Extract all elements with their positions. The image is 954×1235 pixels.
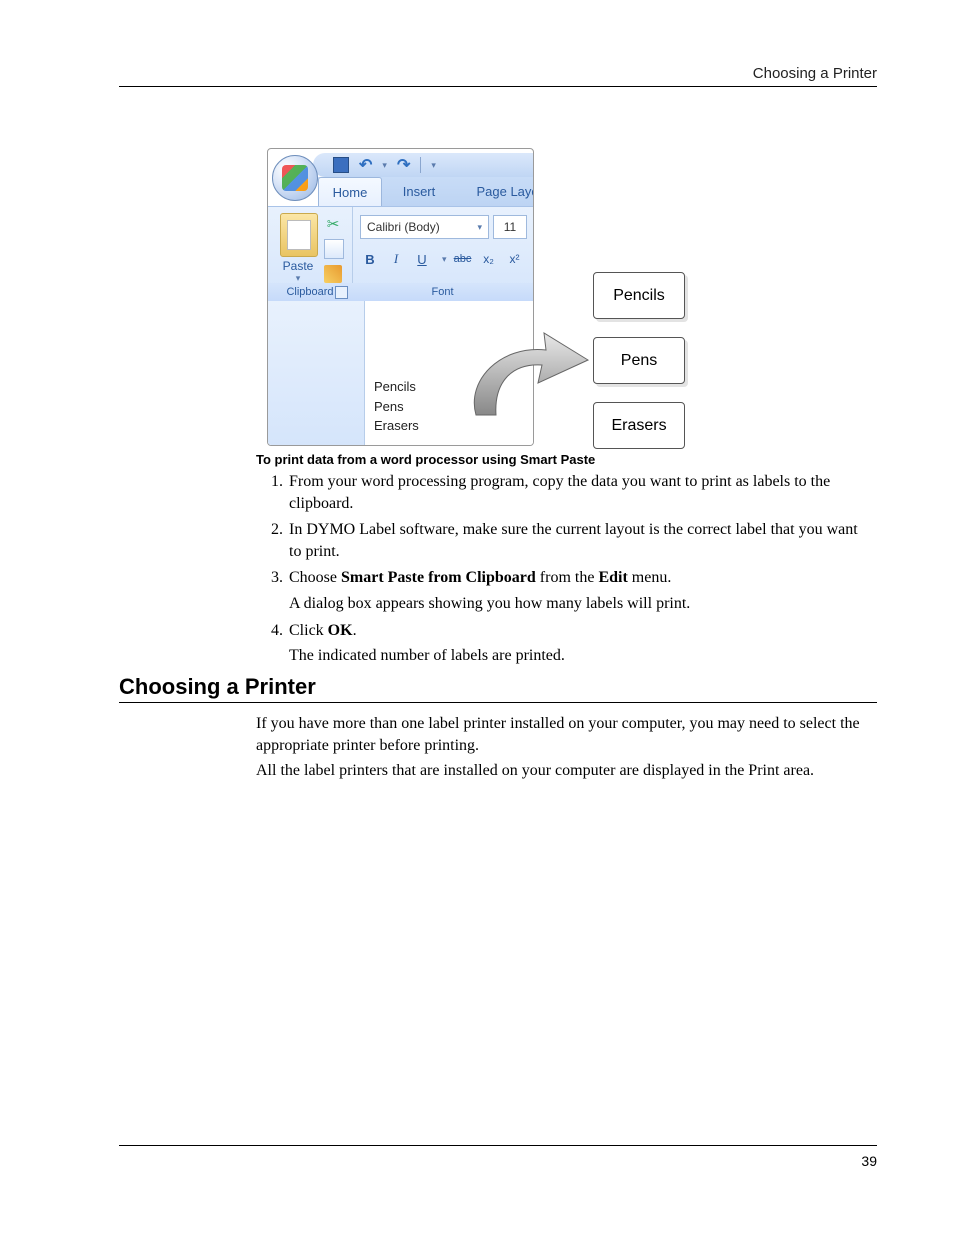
ribbon-tabs: Home Insert Page Layout [318, 177, 533, 206]
font-size-dropdown[interactable]: 11 [493, 215, 527, 239]
step-4-bold: OK [328, 622, 353, 639]
page-number: 39 [861, 1153, 877, 1169]
label-card-1: Pencils [593, 272, 685, 319]
undo-icon[interactable]: ↶ [359, 155, 372, 175]
clipboard-dialog-launcher-icon[interactable] [335, 286, 348, 299]
qat-separator [420, 157, 421, 173]
clipboard-group: Paste ▾ ✂ Clipboard [268, 207, 353, 301]
label-card-2: Pens [593, 337, 685, 384]
step-3-pre: Choose [289, 569, 341, 586]
step-2-text: In DYMO Label software, make sure the cu… [289, 521, 858, 560]
page: Choosing a Printer ↶ ▾ ↷ ▾ Home Insert P… [0, 0, 954, 1235]
procedure-steps: From your word processing program, copy … [257, 471, 867, 672]
document-left-margin [268, 301, 365, 445]
footer-rule [119, 1145, 877, 1146]
doc-line-3: Erasers [374, 416, 419, 436]
doc-line-2: Pens [374, 397, 419, 417]
undo-dropdown-icon[interactable]: ▾ [382, 160, 387, 171]
customize-qat-icon[interactable]: ▾ [431, 160, 436, 171]
label-card-3: Erasers [593, 402, 685, 449]
paste-icon[interactable] [280, 213, 318, 257]
section-rule [119, 702, 877, 703]
underline-button[interactable]: U [412, 249, 432, 269]
section-para-2: All the label printers that are installe… [256, 760, 876, 782]
step-3: Choose Smart Paste from Clipboard from t… [287, 567, 867, 614]
quick-access-toolbar: ↶ ▾ ↷ ▾ [313, 153, 534, 177]
subscript-button[interactable]: x₂ [479, 249, 499, 269]
font-group-label: Font [352, 283, 533, 301]
labels-preview-stack: Pencils Pens Erasers [593, 268, 687, 467]
arrow-icon [456, 325, 596, 425]
font-group-text: Font [431, 286, 453, 298]
format-painter-icon[interactable] [324, 265, 342, 283]
office-logo-icon [282, 165, 308, 191]
procedure-title: To print data from a word processor usin… [256, 452, 595, 467]
step-3-after: A dialog box appears showing you how man… [289, 593, 867, 615]
save-icon[interactable] [333, 157, 349, 173]
font-name-chevron-icon: ▾ [477, 222, 482, 233]
doc-line-1: Pencils [374, 377, 419, 397]
redo-icon[interactable]: ↷ [397, 155, 410, 175]
font-size-value: 11 [504, 220, 516, 234]
italic-button[interactable]: I [386, 249, 406, 269]
copy-icon[interactable] [324, 239, 344, 259]
document-text: Pencils Pens Erasers [374, 377, 419, 436]
strikethrough-button[interactable]: abc [453, 249, 473, 269]
tab-home[interactable]: Home [318, 177, 382, 207]
step-3-post: menu. [628, 569, 672, 586]
clipboard-small-icons: ✂ [324, 215, 346, 289]
clipboard-group-label: Clipboard [268, 283, 352, 301]
section-para-1: If you have more than one label printer … [256, 713, 876, 756]
font-name-dropdown[interactable]: Calibri (Body) ▾ [360, 215, 489, 239]
step-3-bold-b: Edit [598, 569, 627, 586]
bold-button[interactable]: B [360, 249, 380, 269]
section-heading: Choosing a Printer [119, 674, 316, 700]
step-3-bold-a: Smart Paste from Clipboard [341, 569, 536, 586]
tab-page-layout[interactable]: Page Layout [458, 177, 534, 206]
step-4-pre: Click [289, 622, 328, 639]
font-name-value: Calibri (Body) [367, 220, 440, 234]
running-head: Choosing a Printer [753, 65, 877, 82]
office-button[interactable] [272, 155, 318, 201]
step-4-post: . [353, 622, 357, 639]
tab-insert[interactable]: Insert [384, 177, 454, 206]
clipboard-group-text: Clipboard [286, 286, 333, 298]
cut-icon[interactable]: ✂ [324, 215, 342, 233]
superscript-button[interactable]: x² [505, 249, 525, 269]
underline-chevron-icon[interactable]: ▾ [442, 254, 447, 265]
paste-button[interactable]: Paste ▾ [268, 259, 328, 284]
step-4: Click OK. The indicated number of labels… [287, 620, 867, 667]
step-1-text: From your word processing program, copy … [289, 473, 830, 512]
header-rule [119, 86, 877, 87]
step-1: From your word processing program, copy … [287, 471, 867, 514]
paste-label: Paste [283, 259, 314, 273]
step-2: In DYMO Label software, make sure the cu… [287, 519, 867, 562]
step-3-mid: from the [536, 569, 599, 586]
step-4-after: The indicated number of labels are print… [289, 645, 867, 667]
ribbon-body: Paste ▾ ✂ Clipboard Calibri (Body) [268, 206, 533, 302]
